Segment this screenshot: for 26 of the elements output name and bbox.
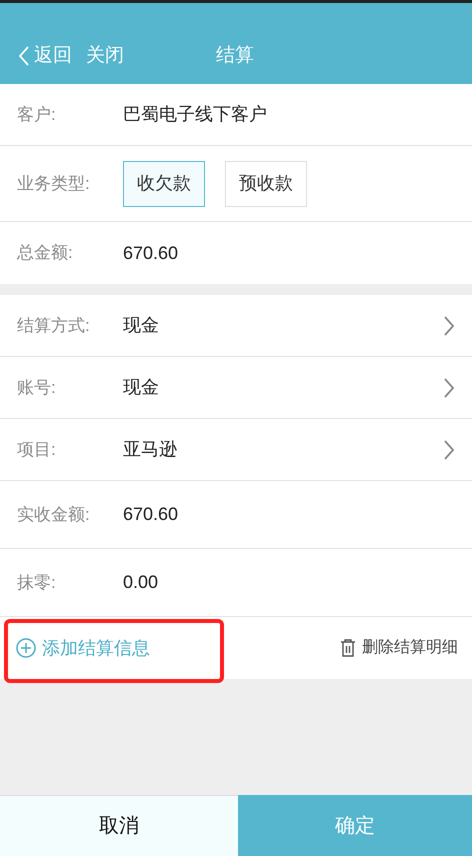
field-label: 业务类型: (17, 172, 91, 195)
field-value: 0.00 (123, 571, 158, 594)
field-value: 现金 (123, 376, 159, 399)
field-value: 亚马逊 (123, 438, 177, 461)
type-option[interactable]: 预收款 (225, 160, 307, 206)
field-label: 结算方式: (17, 314, 91, 337)
field-label: 抹零: (17, 572, 57, 594)
plus-circle-icon (16, 638, 36, 658)
field-value: 670.60 (123, 503, 178, 526)
chevron-left-icon (18, 44, 30, 67)
field-value: 巴蜀电子线下客户 (123, 103, 267, 126)
field-label: 项目: (17, 438, 57, 461)
cancel-button[interactable]: 取消 (0, 795, 238, 856)
chevron-right-icon[interactable] (443, 438, 455, 460)
page-title: 结算 (216, 44, 254, 68)
field-label: 账号: (17, 376, 57, 399)
trash-icon (340, 639, 356, 657)
type-option[interactable]: 收欠款 (123, 160, 205, 206)
field-value: 现金 (123, 314, 159, 337)
field-value: 670.60 (123, 242, 178, 264)
chevron-right-icon[interactable] (443, 376, 455, 398)
chevron-right-icon[interactable] (443, 314, 455, 336)
delete-settlement-button[interactable]: 删除结算明细 (340, 636, 458, 660)
field-label: 总金额: (17, 242, 74, 264)
field-label: 客户: (17, 104, 57, 126)
field-label: 实收金额: (17, 504, 91, 526)
